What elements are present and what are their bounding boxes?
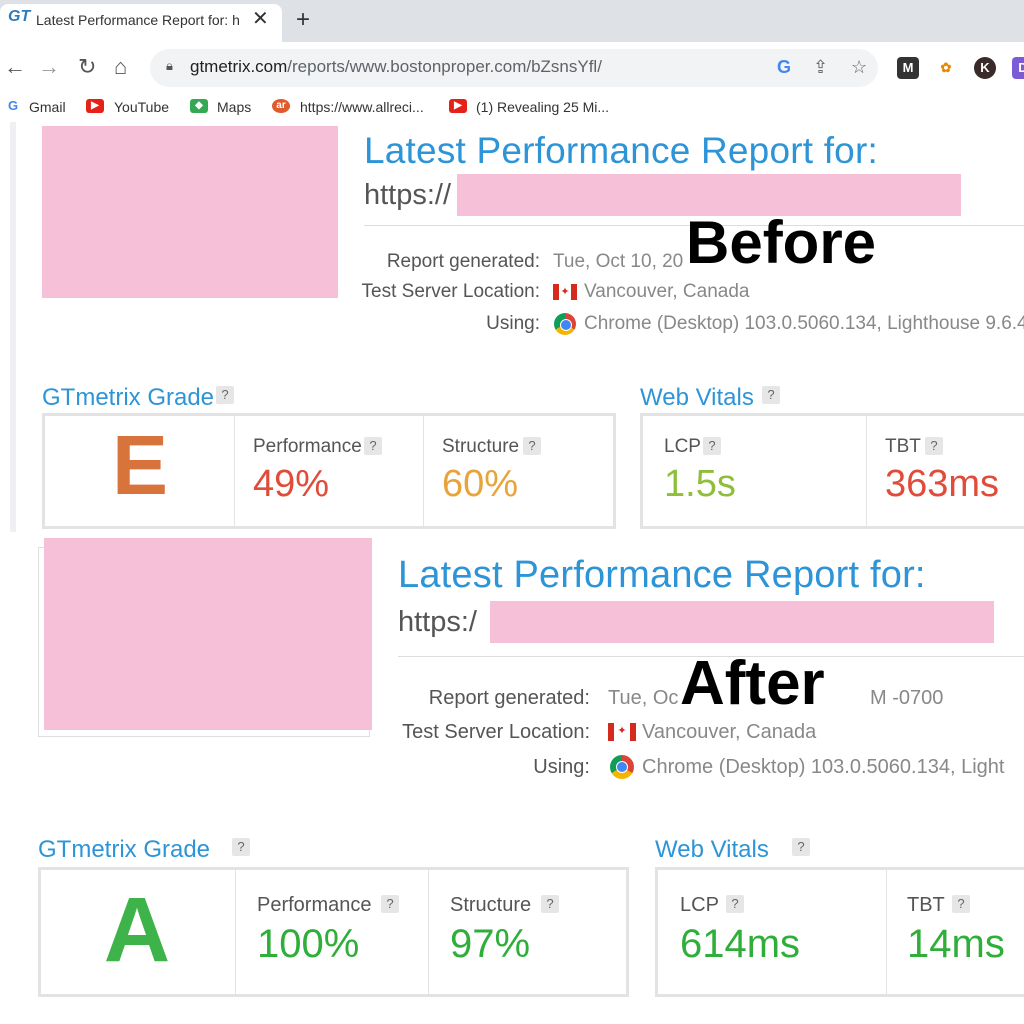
help-icon[interactable]: ? — [762, 386, 780, 404]
tbt-label: TBT — [885, 436, 921, 457]
tab-title: Latest Performance Report for: h — [36, 12, 240, 28]
chrome-icon — [554, 313, 576, 335]
structure-value: 97% — [450, 922, 531, 966]
using-label: Using: — [486, 313, 540, 334]
reload-button[interactable]: ↻ — [78, 54, 96, 80]
chrome-icon — [610, 755, 634, 779]
help-icon[interactable]: ? — [232, 838, 250, 856]
gmail-icon: G — [4, 99, 22, 113]
gtmetrix-grade-letter: E — [111, 418, 169, 512]
page-left-edge — [10, 122, 16, 532]
url-text[interactable]: gtmetrix.com/reports/www.bostonproper.co… — [190, 57, 602, 77]
allrecipes-icon: ar — [272, 99, 290, 113]
help-icon[interactable]: ? — [381, 895, 399, 913]
help-icon[interactable]: ? — [364, 437, 382, 455]
help-icon[interactable]: ? — [523, 437, 541, 455]
tbt-label: TBT — [907, 894, 945, 916]
web-vitals-title: Web Vitals — [640, 384, 754, 411]
star-icon[interactable]: ☆ — [851, 57, 867, 78]
site-screenshot-redacted — [44, 538, 372, 730]
web-vitals-title: Web Vitals — [655, 836, 769, 863]
youtube-icon: ▶ — [86, 99, 104, 113]
using-value: Chrome (Desktop) 103.0.5060.134, Light — [642, 756, 1005, 778]
before-label: Before — [686, 209, 877, 276]
performance-value: 49% — [253, 463, 330, 505]
flower-extension-icon[interactable]: ✿ — [935, 57, 957, 79]
gtmetrix-favicon-icon: GT — [8, 8, 31, 25]
tbt-value: 363ms — [885, 463, 1000, 505]
divider — [866, 416, 867, 526]
lcp-label: LCP — [680, 894, 719, 916]
help-icon[interactable]: ? — [726, 895, 744, 913]
report-url-redacted — [490, 601, 994, 643]
bookmark-revealing[interactable]: (1) Revealing 25 Mi... — [476, 99, 609, 115]
m-extension-icon[interactable]: M — [897, 57, 919, 79]
report-url-prefix: https:/ — [398, 606, 477, 638]
using-value: Chrome (Desktop) 103.0.5060.134, Lightho… — [584, 313, 1024, 334]
using-label: Using: — [533, 756, 590, 778]
new-tab-button[interactable]: + — [296, 6, 310, 34]
back-button[interactable]: ← — [4, 54, 26, 80]
bookmark-gmail[interactable]: Gmail — [29, 99, 66, 115]
bookmark-youtube[interactable]: YouTube — [114, 99, 169, 115]
profile-extension-icon[interactable]: K — [974, 57, 996, 79]
canada-flag-icon: ✦ — [553, 284, 577, 300]
tbt-value: 14ms — [907, 922, 1005, 966]
test-server-location-label: Test Server Location: — [402, 721, 590, 743]
lcp-label: LCP — [664, 436, 701, 457]
test-server-location-label: Test Server Location: — [361, 281, 540, 302]
divider — [234, 416, 235, 526]
report-generated-value: Tue, Oct 10, 20 — [553, 251, 684, 272]
divider — [423, 416, 424, 526]
lock-icon: 🔒︎ — [166, 58, 173, 73]
help-icon[interactable]: ? — [952, 895, 970, 913]
report-generated-label: Report generated: — [428, 687, 590, 709]
help-icon[interactable]: ? — [792, 838, 810, 856]
share-icon[interactable]: ⇪ — [813, 57, 828, 78]
close-tab-icon[interactable]: ✕ — [252, 6, 269, 31]
divider — [886, 870, 887, 994]
report-heading: Latest Performance Report for: — [398, 554, 926, 596]
test-server-location-value: Vancouver, Canada — [584, 281, 750, 302]
structure-label: Structure — [450, 894, 532, 916]
youtube-icon: ▶ — [449, 99, 467, 113]
divider — [235, 870, 236, 994]
help-icon[interactable]: ? — [541, 895, 559, 913]
after-label: After — [680, 649, 825, 718]
divider — [428, 870, 429, 994]
performance-label: Performance — [253, 436, 362, 457]
google-icon[interactable]: G — [777, 57, 791, 78]
structure-label: Structure — [442, 436, 520, 457]
report-generated-timezone: M -0700 — [870, 687, 944, 709]
report-url-prefix: https:// — [364, 179, 452, 211]
performance-label: Performance — [257, 894, 372, 916]
lcp-value: 614ms — [680, 922, 801, 966]
bookmark-maps[interactable]: Maps — [217, 99, 251, 115]
performance-value: 100% — [257, 922, 360, 966]
gtmetrix-grade-letter: A — [103, 879, 171, 981]
maps-icon: ◆ — [190, 99, 208, 113]
report-generated-value: Tue, Oc — [608, 687, 679, 709]
gtmetrix-grade-title: GTmetrix Grade — [42, 384, 215, 411]
lcp-value: 1.5s — [664, 463, 736, 505]
help-icon[interactable]: ? — [703, 437, 721, 455]
canada-flag-icon: ✦ — [608, 723, 636, 741]
purple-extension-icon[interactable]: D — [1012, 57, 1024, 79]
help-icon[interactable]: ? — [216, 386, 234, 404]
home-button[interactable]: ⌂ — [114, 54, 127, 80]
bookmark-allrecipes[interactable]: https://www.allreci... — [300, 99, 424, 115]
forward-button[interactable]: → — [38, 54, 60, 80]
report-generated-label: Report generated: — [386, 251, 540, 272]
site-screenshot-redacted — [42, 126, 338, 298]
report-heading: Latest Performance Report for: — [364, 130, 878, 171]
structure-value: 60% — [442, 463, 519, 505]
gtmetrix-grade-title: GTmetrix Grade — [38, 836, 211, 863]
test-server-location-value: Vancouver, Canada — [642, 721, 817, 743]
help-icon[interactable]: ? — [925, 437, 943, 455]
